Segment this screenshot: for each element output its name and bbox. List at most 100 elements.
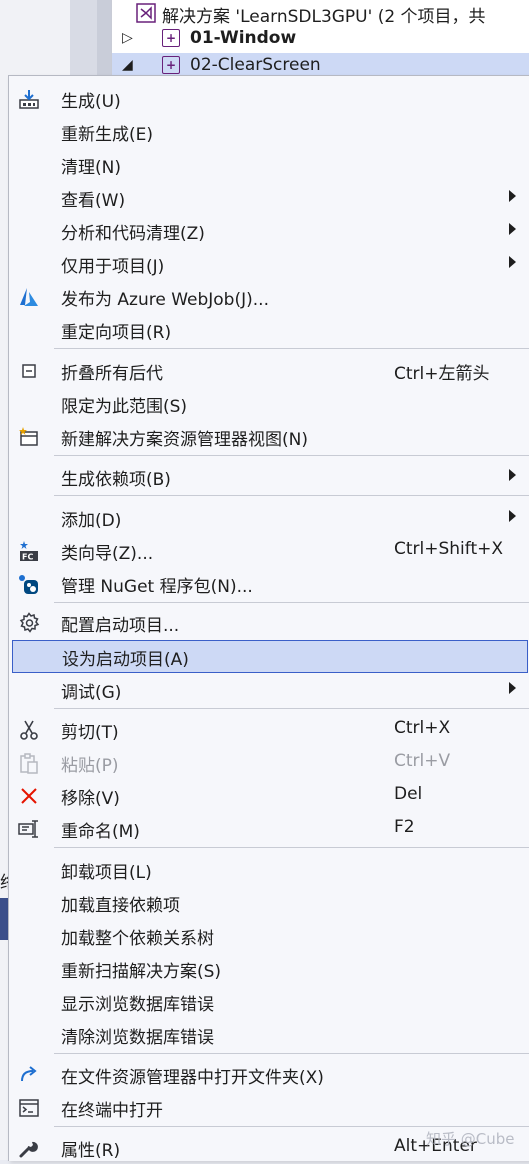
menu-label: 类向导(Z)... bbox=[61, 544, 154, 564]
terminal-icon bbox=[17, 1096, 41, 1120]
menu-label: 重命名(M) bbox=[61, 822, 140, 842]
menu-item-class-wizard[interactable]: FC 类向导(Z)... Ctrl+Shift+X bbox=[9, 534, 529, 567]
project-label: 01-Window bbox=[190, 28, 297, 48]
menu-item-debug[interactable]: 调试(G) bbox=[9, 673, 529, 706]
menu-separator bbox=[54, 708, 529, 709]
menu-item-paste[interactable]: 粘贴(P) Ctrl+V bbox=[9, 746, 529, 779]
menu-label: 生成依赖项(B) bbox=[61, 470, 171, 490]
rename-icon bbox=[17, 817, 41, 841]
menu-label: 属性(R) bbox=[61, 1141, 121, 1161]
menu-item-clear-db-errors[interactable]: 清除浏览数据库错误 bbox=[9, 1018, 529, 1051]
submenu-arrow-icon bbox=[509, 256, 516, 268]
svg-text:FC: FC bbox=[22, 553, 33, 562]
menu-label: 添加(D) bbox=[61, 511, 122, 531]
expand-arrow-icon[interactable]: ▷ bbox=[122, 30, 133, 46]
menu-separator bbox=[54, 495, 529, 496]
menu-item-analyze[interactable]: 分析和代码清理(Z) bbox=[9, 214, 529, 247]
menu-label: 重新生成(E) bbox=[61, 125, 154, 145]
menu-item-publish-azure[interactable]: 发布为 Azure WebJob(J)... bbox=[9, 280, 529, 313]
solution-label: 解决方案 'LearnSDL3GPU' (2 个项目，共 bbox=[162, 7, 486, 27]
menu-label: 调试(G) bbox=[61, 683, 122, 703]
vs-solution-icon bbox=[136, 3, 156, 23]
menu-label: 在文件资源管理器中打开文件夹(X) bbox=[61, 1068, 324, 1088]
menu-item-retarget[interactable]: 重定向项目(R) bbox=[9, 313, 529, 346]
menu-item-manage-nuget[interactable]: 管理 NuGet 程序包(N)... bbox=[9, 567, 529, 600]
menu-item-cut[interactable]: 剪切(T) Ctrl+X bbox=[9, 713, 529, 746]
menu-label: 加载整个依赖关系树 bbox=[61, 929, 214, 949]
submenu-arrow-icon bbox=[509, 469, 516, 481]
menu-item-view[interactable]: 查看(W) bbox=[9, 181, 529, 214]
tree-item-project-01[interactable]: ▷ + 01-Window bbox=[112, 26, 529, 52]
left-dark-block bbox=[0, 898, 8, 940]
watermark: 知乎 @Cube bbox=[426, 1130, 515, 1148]
menu-label: 新建解决方案资源管理器视图(N) bbox=[61, 430, 308, 450]
menu-item-open-in-terminal[interactable]: 在终端中打开 bbox=[9, 1091, 529, 1124]
menu-item-rebuild[interactable]: 重新生成(E) bbox=[9, 115, 529, 148]
collapse-arrow-icon[interactable]: ◢ bbox=[122, 57, 133, 73]
tree-item-solution[interactable]: 解决方案 'LearnSDL3GPU' (2 个项目，共 bbox=[112, 0, 529, 27]
menu-label: 剪切(T) bbox=[61, 723, 119, 743]
menu-label: 重新扫描解决方案(S) bbox=[61, 962, 222, 982]
menu-item-unload[interactable]: 卸载项目(L) bbox=[9, 853, 529, 886]
menu-separator bbox=[54, 602, 529, 603]
nuget-icon bbox=[17, 572, 41, 596]
menu-label: 仅用于项目(J) bbox=[61, 257, 165, 277]
menu-label: 粘贴(P) bbox=[61, 756, 119, 776]
menu-item-project-only[interactable]: 仅用于项目(J) bbox=[9, 247, 529, 280]
menu-label: 设为启动项目(A) bbox=[62, 650, 189, 670]
menu-label: 显示浏览数据库错误 bbox=[61, 995, 214, 1015]
menu-label: 加载直接依赖项 bbox=[61, 896, 180, 916]
new-view-icon bbox=[17, 425, 41, 449]
menu-label: 清除浏览数据库错误 bbox=[61, 1028, 214, 1048]
collapse-icon bbox=[17, 359, 41, 383]
cpp-project-icon: + bbox=[162, 29, 180, 47]
menu-label: 重定向项目(R) bbox=[61, 323, 172, 343]
menu-separator bbox=[54, 1053, 529, 1054]
submenu-arrow-icon bbox=[509, 510, 516, 522]
class-wizard-icon: FC bbox=[17, 539, 41, 563]
menu-shortcut: Ctrl+左箭头 bbox=[394, 364, 490, 384]
menu-item-rename[interactable]: 重命名(M) F2 bbox=[9, 812, 529, 845]
menu-shortcut: F2 bbox=[394, 817, 415, 837]
menu-item-build-deps[interactable]: 生成依赖项(B) bbox=[9, 460, 529, 493]
menu-label: 分析和代码清理(Z) bbox=[61, 224, 205, 244]
build-icon bbox=[17, 87, 41, 111]
menu-label: 管理 NuGet 程序包(N)... bbox=[61, 577, 253, 597]
menu-item-remove[interactable]: 移除(V) Del bbox=[9, 779, 529, 812]
redo-arrow-icon bbox=[17, 1063, 41, 1087]
gear-icon bbox=[17, 611, 41, 635]
menu-item-build[interactable]: 生成(U) bbox=[9, 82, 529, 115]
submenu-arrow-icon bbox=[509, 682, 516, 694]
cpp-project-icon: + bbox=[162, 56, 180, 74]
menu-label: 限定为此范围(S) bbox=[61, 397, 188, 417]
menu-item-add[interactable]: 添加(D) bbox=[9, 501, 529, 534]
menu-label: 生成(U) bbox=[61, 92, 121, 112]
menu-item-collapse-all[interactable]: 折叠所有后代 Ctrl+左箭头 bbox=[9, 354, 529, 387]
solution-explorer: 解决方案 'LearnSDL3GPU' (2 个项目，共 ▷ + 01-Wind… bbox=[111, 0, 529, 80]
menu-item-new-explorer-view[interactable]: 新建解决方案资源管理器视图(N) bbox=[9, 420, 529, 453]
submenu-arrow-icon bbox=[509, 223, 516, 235]
menu-label: 移除(V) bbox=[61, 789, 120, 809]
menu-item-configure-startup[interactable]: 配置启动项目... bbox=[9, 606, 529, 639]
wrench-icon bbox=[17, 1136, 41, 1160]
menu-label: 折叠所有后代 bbox=[61, 364, 163, 384]
menu-item-scope-to-this[interactable]: 限定为此范围(S) bbox=[9, 387, 529, 420]
menu-item-open-in-explorer[interactable]: 在文件资源管理器中打开文件夹(X) bbox=[9, 1058, 529, 1091]
menu-separator bbox=[54, 847, 529, 848]
project-label: 02-ClearScreen bbox=[190, 55, 321, 75]
context-menu: 生成(U) 重新生成(E) 清理(N) 查看(W) 分析和代码清理(Z) 仅用于… bbox=[8, 75, 529, 1161]
menu-item-show-db-errors[interactable]: 显示浏览数据库错误 bbox=[9, 985, 529, 1018]
menu-item-clean[interactable]: 清理(N) bbox=[9, 148, 529, 181]
menu-separator bbox=[54, 348, 529, 349]
menu-shortcut: Ctrl+Shift+X bbox=[394, 539, 504, 559]
menu-item-load-dep-tree[interactable]: 加载整个依赖关系树 bbox=[9, 919, 529, 952]
menu-label: 发布为 Azure WebJob(J)... bbox=[61, 290, 269, 310]
menu-item-rescan[interactable]: 重新扫描解决方案(S) bbox=[9, 952, 529, 985]
menu-separator bbox=[54, 1126, 529, 1127]
menu-item-set-startup[interactable]: 设为启动项目(A) bbox=[12, 640, 528, 673]
menu-shortcut: Ctrl+V bbox=[394, 751, 451, 771]
menu-label: 在终端中打开 bbox=[61, 1101, 163, 1121]
close-icon bbox=[17, 784, 41, 808]
menu-item-load-direct-deps[interactable]: 加载直接依赖项 bbox=[9, 886, 529, 919]
azure-icon bbox=[17, 285, 41, 309]
